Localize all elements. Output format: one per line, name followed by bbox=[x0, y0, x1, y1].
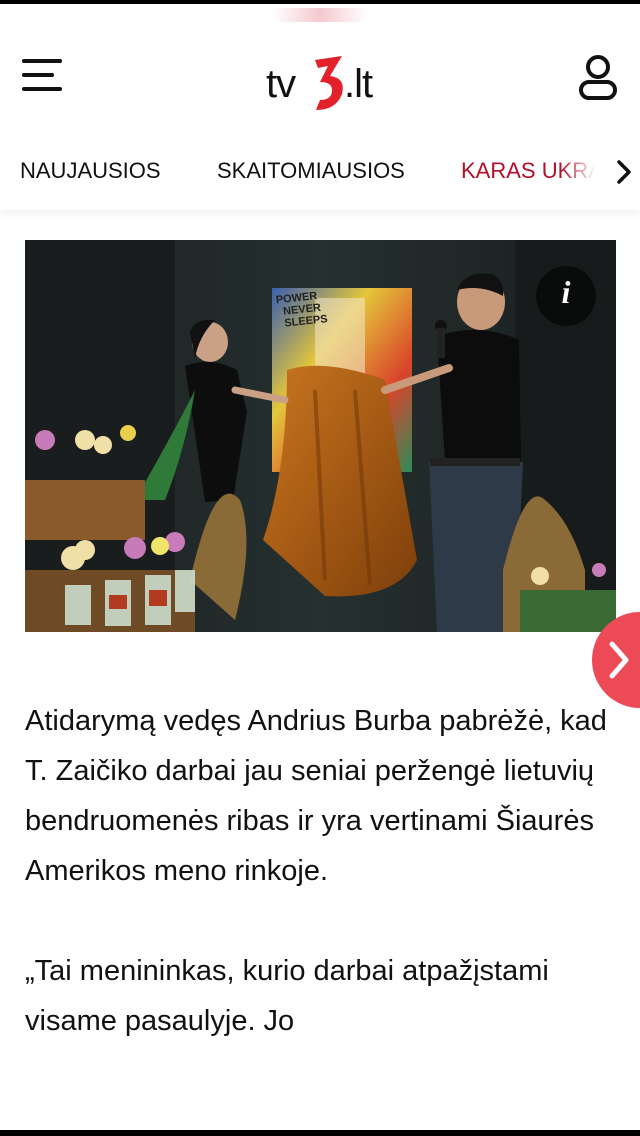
site-header: tv .lt NAUJAUSIOS SKAITOMIAUSIOS KARAS U… bbox=[0, 24, 640, 210]
user-profile-button[interactable] bbox=[578, 54, 618, 102]
article-photo[interactable]: POWER NEVER SLEEPS bbox=[25, 240, 616, 632]
hamburger-menu-icon bbox=[22, 59, 62, 63]
nav-fade bbox=[560, 152, 610, 192]
category-nav: NAUJAUSIOS SKAITOMIAUSIOS KARAS UKRA bbox=[0, 152, 640, 192]
article-body: Atidarymą vedęs Andrius Burba pabrėžė, k… bbox=[25, 696, 615, 1046]
chevron-right-icon bbox=[617, 160, 631, 184]
top-status-pill bbox=[272, 8, 368, 22]
info-icon: i bbox=[561, 274, 571, 310]
image-info-button[interactable]: i bbox=[536, 266, 596, 326]
exhibition-opening-image: POWER NEVER SLEEPS bbox=[25, 240, 616, 632]
nav-item-naujausios[interactable]: NAUJAUSIOS bbox=[20, 158, 161, 184]
menu-button[interactable] bbox=[22, 59, 66, 93]
nav-item-skaitomiausios[interactable]: SKAITOMIAUSIOS bbox=[217, 158, 405, 184]
next-article-button[interactable] bbox=[592, 612, 640, 708]
screen: tv .lt NAUJAUSIOS SKAITOMIAUSIOS KARAS U… bbox=[0, 4, 640, 1130]
nav-next-button[interactable] bbox=[610, 152, 640, 192]
hamburger-line bbox=[22, 87, 62, 91]
chevron-right-icon bbox=[609, 641, 629, 679]
article-paragraph: Atidarymą vedęs Andrius Burba pabrėžė, k… bbox=[25, 705, 607, 887]
user-profile-icon bbox=[579, 55, 617, 100]
logo-suffix: .lt bbox=[344, 62, 373, 106]
hamburger-line bbox=[22, 73, 54, 77]
article-paragraph: „Tai menininkas, kurio darbai atpažįstam… bbox=[25, 955, 549, 1037]
logo-prefix: tv bbox=[266, 62, 296, 106]
